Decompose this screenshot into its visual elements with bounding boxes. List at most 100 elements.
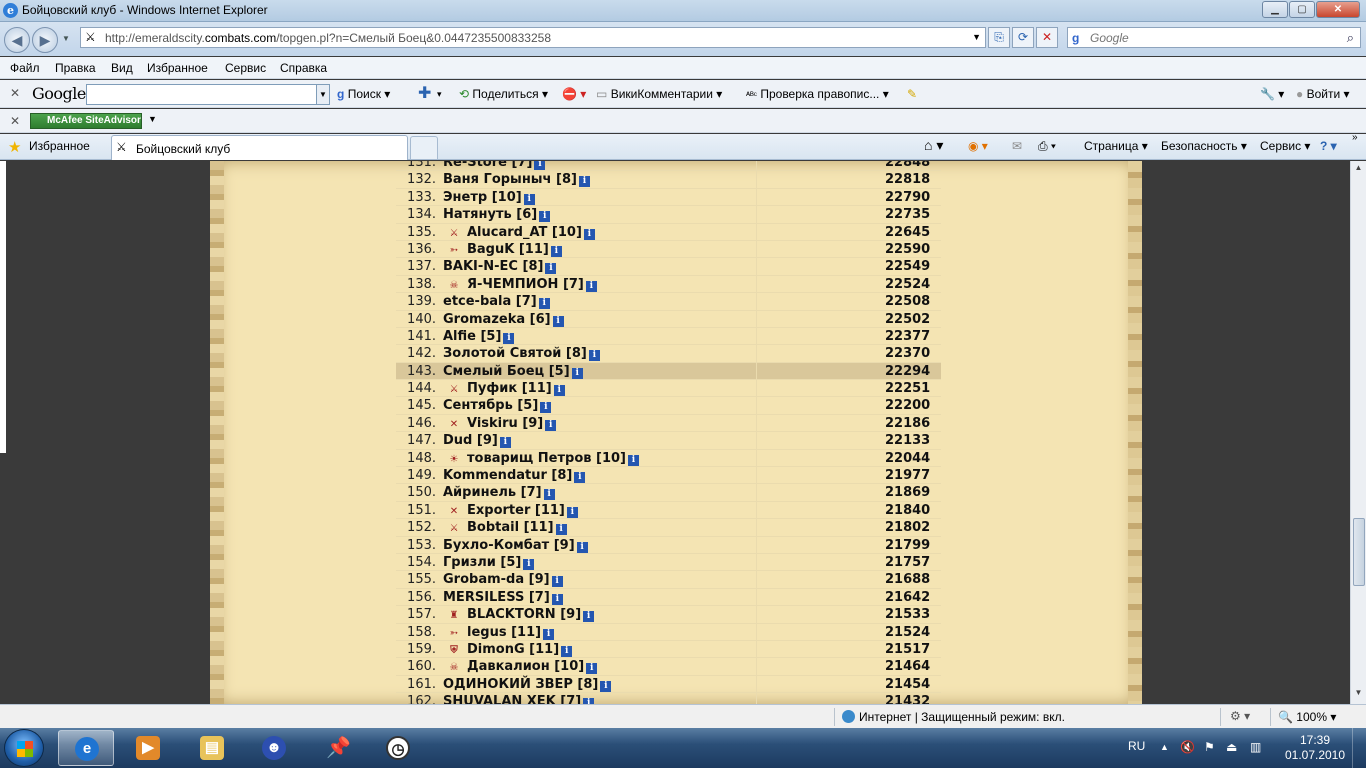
menu-help[interactable]: Справка xyxy=(280,61,327,75)
player-name-link[interactable]: Золотой Святой [8] i xyxy=(443,346,600,362)
player-name[interactable]: DimonG [11] xyxy=(467,642,559,657)
clan-emblem-icon[interactable]: ☀ xyxy=(443,454,465,465)
player-name-link[interactable]: ➳ BaguK [11] i xyxy=(443,242,562,257)
player-name-link[interactable]: Grobam-da [9] i xyxy=(443,572,563,588)
player-info-icon[interactable]: i xyxy=(545,263,557,275)
url-text[interactable]: http://emeraldscity.combats.com/topgen.p… xyxy=(105,31,551,45)
rss-feeds-icon[interactable]: ◉ ▾ xyxy=(968,139,988,153)
start-button[interactable] xyxy=(4,729,44,767)
safely-remove-hardware-icon[interactable]: ⏏ xyxy=(1226,740,1237,754)
refresh-icon[interactable]: ⟳ xyxy=(1012,27,1034,48)
add-button-icon[interactable]: ✚ xyxy=(418,83,431,103)
taskbar-media-player[interactable]: ▶ xyxy=(120,730,176,766)
player-name[interactable]: Bobtail [11] xyxy=(467,520,554,535)
player-name[interactable]: Ваня Горыныч [8] xyxy=(443,172,577,187)
player-name-link[interactable]: BAKI-N-EC [8] i xyxy=(443,259,557,275)
player-name-link[interactable]: Dud [9] i xyxy=(443,433,511,449)
player-name[interactable]: Exporter [11] xyxy=(467,503,565,518)
player-name-link[interactable]: ☠ Давкалион [10] i xyxy=(443,659,598,675)
player-name[interactable]: Re-Store [7] xyxy=(443,161,532,170)
player-info-icon[interactable]: i xyxy=(523,193,535,205)
player-name-link[interactable]: Alfie [5] i xyxy=(443,329,515,344)
taskbar-messenger[interactable]: ☻ xyxy=(246,730,302,766)
player-info-icon[interactable]: i xyxy=(588,350,600,362)
player-name-link[interactable]: Айринель [7] i xyxy=(443,485,555,501)
forward-button[interactable]: ▶ xyxy=(32,27,58,53)
player-name-link[interactable]: Gromazeka [6] i xyxy=(443,312,564,327)
clan-emblem-icon[interactable]: ➳ xyxy=(443,628,465,639)
player-name[interactable]: товарищ Петров [10] xyxy=(467,451,626,466)
close-toolbar-icon[interactable]: ✕ xyxy=(10,114,20,128)
player-name-link[interactable]: MERSILESS [7] i xyxy=(443,590,563,605)
player-name[interactable]: Dud [9] xyxy=(443,433,498,448)
player-name[interactable]: Натянуть [6] xyxy=(443,207,537,222)
address-dropdown-icon[interactable]: ▼ xyxy=(972,32,981,42)
player-name-link[interactable]: Сентябрь [5] i xyxy=(443,398,552,414)
player-info-icon[interactable]: i xyxy=(583,228,595,240)
action-center-flag-icon[interactable]: ⚑ xyxy=(1204,740,1215,754)
zoom-level[interactable]: 🔍 100% ▾ xyxy=(1278,710,1336,724)
player-info-icon[interactable]: i xyxy=(585,280,597,292)
home-icon[interactable]: ⌂ ▾ xyxy=(924,137,943,154)
player-info-icon[interactable]: i xyxy=(553,385,565,397)
new-tab-button[interactable] xyxy=(410,136,438,159)
player-name[interactable]: Viskiru [9] xyxy=(467,416,543,431)
player-name[interactable]: Гризли [5] xyxy=(443,555,521,570)
menu-tools[interactable]: Сервис xyxy=(225,61,266,75)
taskbar-explorer[interactable]: ▤ xyxy=(184,730,240,766)
player-name[interactable]: Alfie [5] xyxy=(443,329,501,344)
search-input[interactable] xyxy=(1090,30,1330,46)
player-info-icon[interactable]: i xyxy=(578,176,590,188)
player-info-icon[interactable]: i xyxy=(539,211,551,223)
player-name[interactable]: Kommendatur [8] xyxy=(443,468,572,483)
player-info-icon[interactable]: i xyxy=(523,558,535,570)
menu-favorites[interactable]: Избранное xyxy=(147,61,208,75)
scroll-down-icon[interactable]: ▼ xyxy=(1352,688,1365,702)
player-name[interactable]: Gromazeka [6] xyxy=(443,312,551,327)
search-icon[interactable]: ⌕ xyxy=(1347,30,1354,46)
clan-emblem-icon[interactable]: ☠ xyxy=(443,280,465,291)
player-name-link[interactable]: Бухло-Комбат [9] i xyxy=(443,538,588,553)
highlight-icon[interactable]: ✎ xyxy=(907,87,917,101)
player-name-link[interactable]: SHUVALAN XEK [7] i xyxy=(443,694,595,704)
network-icon[interactable]: ▥ xyxy=(1250,740,1261,754)
player-name[interactable]: ОДИНОКИЙ ЗВЕР [8] xyxy=(443,677,598,692)
favorites-button[interactable]: Избранное xyxy=(29,139,90,153)
player-name[interactable]: Alucard_AT [10] xyxy=(467,225,582,240)
protected-mode-icon[interactable]: ⚙ ▾ xyxy=(1230,709,1250,723)
player-name-link[interactable]: Энетр [10] i xyxy=(443,190,535,205)
sign-in-button[interactable]: ● Войти ▾ xyxy=(1296,87,1350,101)
more-chevron-icon[interactable]: » xyxy=(1352,132,1358,143)
player-info-icon[interactable]: i xyxy=(545,419,557,431)
player-info-icon[interactable]: i xyxy=(574,472,586,484)
player-name-link[interactable]: ➳ legus [11] i xyxy=(443,625,555,640)
google-search-button[interactable]: g Поиск ▾ xyxy=(337,87,390,101)
taskbar-internet-explorer[interactable]: e xyxy=(58,730,114,766)
mail-icon[interactable]: ✉ xyxy=(1012,139,1022,153)
taskbar-clock-app[interactable]: ◷ xyxy=(370,730,426,766)
help-icon[interactable]: ? ▾ xyxy=(1320,139,1337,153)
player-name[interactable]: Сентябрь [5] xyxy=(443,398,538,413)
player-name-link[interactable]: Re-Store [7] i xyxy=(443,161,546,170)
compatibility-view-icon[interactable]: ⎘ xyxy=(988,27,1010,48)
player-name[interactable]: Я-ЧЕМПИОН [7] xyxy=(467,277,584,292)
player-name-link[interactable]: ✕ Exporter [11] i xyxy=(443,503,578,518)
player-name[interactable]: Давкалион [10] xyxy=(467,659,584,674)
recent-pages-dropdown-icon[interactable]: ▼ xyxy=(62,34,70,43)
print-icon[interactable]: ⎙ ▾ xyxy=(1038,139,1056,154)
player-name[interactable]: legus [11] xyxy=(467,625,541,640)
scrollbar-thumb[interactable] xyxy=(1353,518,1365,586)
clan-emblem-icon[interactable]: ⚔ xyxy=(443,384,465,395)
clan-emblem-icon[interactable]: ✕ xyxy=(443,506,465,517)
scroll-up-icon[interactable]: ▲ xyxy=(1352,163,1365,177)
clan-emblem-icon[interactable]: ➳ xyxy=(443,245,465,256)
player-name-link[interactable]: Kommendatur [8] i xyxy=(443,468,586,484)
security-zone[interactable]: Интернет | Защищенный режим: вкл. xyxy=(842,710,1065,724)
menu-file[interactable]: Файл xyxy=(10,61,40,75)
player-info-icon[interactable]: i xyxy=(586,663,598,675)
popup-blocker-icon[interactable]: ⛔ ▾ xyxy=(562,87,586,101)
volume-muted-icon[interactable]: 🔇 xyxy=(1180,740,1195,754)
player-info-icon[interactable]: i xyxy=(499,437,511,449)
vertical-scrollbar[interactable]: ▲ ▼ xyxy=(1350,161,1366,704)
player-info-icon[interactable]: i xyxy=(571,367,583,379)
